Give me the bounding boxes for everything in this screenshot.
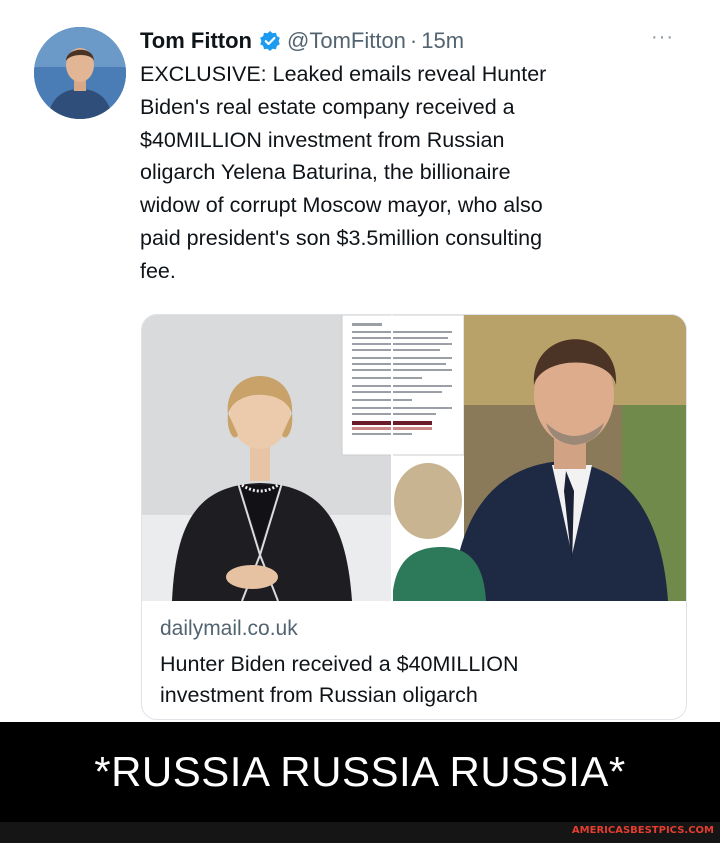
link-title-line: investment from Russian oligarch [160,683,478,707]
author-handle[interactable]: @TomFitton [287,28,406,54]
tweet-text-line: oligarch Yelena Baturina, the billionair… [140,160,511,185]
tweet-text-line: paid president's son $3.5million consult… [140,225,543,250]
more-icon[interactable]: ··· [651,26,674,49]
tweet-text-line: $40MILLION investment from Russian [140,127,505,152]
link-title-line: Hunter Biden received a $40MILLION [160,652,519,676]
tweet-timestamp[interactable]: 15m [421,28,464,54]
tweet-text: EXCLUSIVE: Leaked emails reveal Hunter B… [140,58,680,288]
site-watermark: AMERICASBESTPICS.COM [571,825,714,836]
tweet-text-line: EXCLUSIVE: Leaked emails reveal Hunter [140,62,547,86]
link-preview-image[interactable] [142,315,686,601]
verified-badge-icon [259,30,281,52]
header-separator: · [409,28,418,53]
meme-caption-banner: *RUSSIA RUSSIA RUSSIA* [0,722,720,822]
tweet[interactable]: Tom Fitton @TomFitton · 15m ··· EXCLUSIV… [0,0,720,722]
tweet-text-line: widow of corrupt Moscow mayor, who also [140,193,543,218]
link-preview-card[interactable]: dailymail.co.uk Hunter Biden received a … [141,314,687,720]
link-domain[interactable]: dailymail.co.uk [160,617,298,641]
tweet-header: Tom Fitton @TomFitton · 15m [140,27,464,55]
author-name[interactable]: Tom Fitton [140,28,252,54]
meme-caption: *RUSSIA RUSSIA RUSSIA* [94,748,626,795]
tweet-text-line: fee. [140,258,176,283]
author-avatar[interactable] [34,27,126,119]
tweet-text-line: Biden's real estate company received a [140,94,515,119]
link-title[interactable]: Hunter Biden received a $40MILLION inves… [160,649,670,711]
watermark-bar: AMERICASBESTPICS.COM [0,822,720,843]
